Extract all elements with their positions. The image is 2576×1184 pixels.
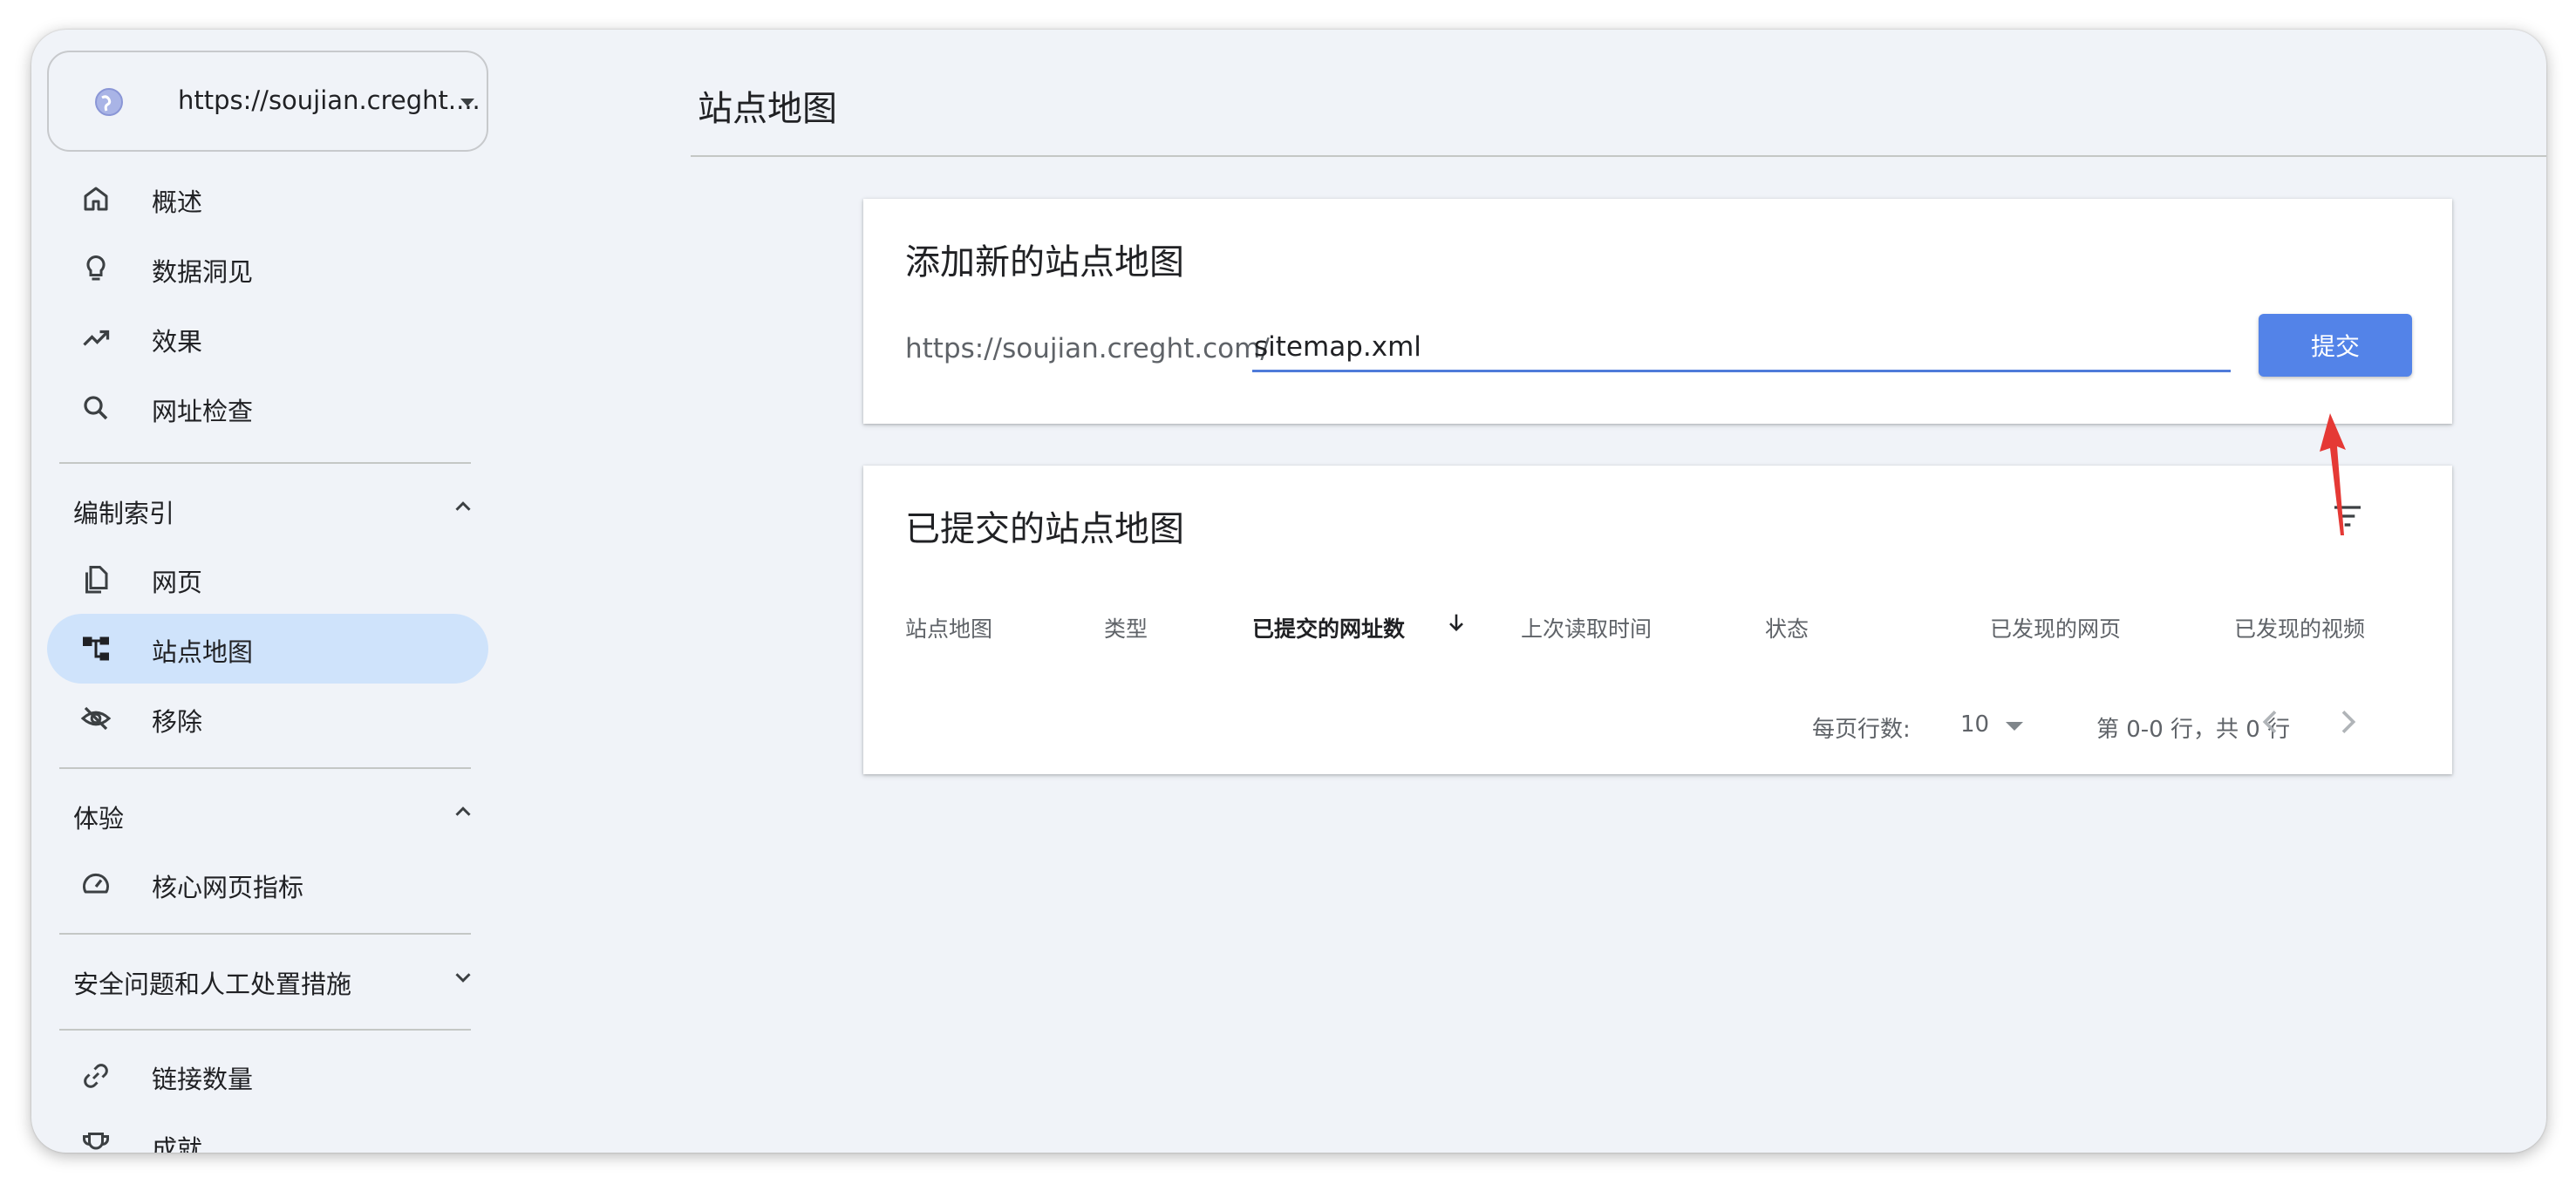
column-header-discovered-pages[interactable]: 已发现的网页 [1990, 612, 2121, 643]
column-header-submitted-urls[interactable]: 已提交的网址数 [1252, 612, 1405, 643]
sidebar-item-achievements[interactable]: 成就 [47, 1111, 488, 1153]
search-icon [84, 396, 108, 420]
divider [59, 933, 471, 935]
sidebar-item-label: 移除 [152, 707, 203, 737]
card-title: 已提交的站点地图 [905, 509, 1184, 549]
divider [59, 1029, 471, 1031]
card-title: 添加新的站点地图 [905, 242, 1184, 282]
sidebar-item-label: 数据洞见 [152, 257, 254, 287]
sidebar-item-pages[interactable]: 网页 [47, 544, 488, 614]
sidebar-item-label: 效果 [152, 327, 203, 357]
section-header-security[interactable]: 安全问题和人工处置措施 [73, 964, 351, 1001]
column-header-type[interactable]: 类型 [1104, 612, 1148, 643]
annotation-arrow-icon [2320, 413, 2346, 535]
chevron-up-icon[interactable] [450, 799, 476, 825]
sidebar-item-label: 站点地图 [152, 637, 254, 667]
trending-up-icon [83, 330, 110, 346]
lightbulb-icon [86, 255, 106, 281]
rows-per-page-label: 每页行数: [1812, 717, 1911, 743]
section-header-indexing[interactable]: 编制索引 [73, 493, 174, 530]
add-sitemap-card: 添加新的站点地图 https://soujian.creght.com/ 提交 [863, 199, 2452, 424]
column-header-sitemap[interactable]: 站点地图 [905, 612, 992, 643]
sidebar: https://soujian.creght.... 概述 数据洞见 效果 网址… [31, 30, 502, 1153]
chevron-down-icon[interactable] [450, 964, 476, 990]
sidebar-item-label: 成就 [152, 1134, 203, 1153]
app-window: https://soujian.creght.... 概述 数据洞见 效果 网址… [31, 30, 2546, 1153]
globe-icon [95, 88, 123, 116]
property-url: https://soujian.creght.... [178, 85, 480, 115]
chevron-right-icon[interactable] [2330, 704, 2365, 739]
divider [691, 155, 2546, 157]
rows-per-page-select[interactable]: 10 [1960, 711, 1989, 738]
column-header-status[interactable]: 状态 [1765, 612, 1809, 643]
trophy-icon [83, 1133, 109, 1150]
chevron-left-icon[interactable] [2253, 704, 2288, 739]
column-header-discovered-videos[interactable]: 已发现的视频 [2234, 612, 2365, 643]
divider [59, 462, 471, 464]
sidebar-item-removals[interactable]: 移除 [47, 684, 488, 753]
divider [59, 767, 471, 769]
sidebar-item-core-web-vitals[interactable]: 核心网页指标 [47, 849, 488, 919]
sidebar-item-url-inspection[interactable]: 网址检查 [47, 373, 488, 443]
column-header-last-read[interactable]: 上次读取时间 [1521, 612, 1652, 643]
pages-icon [85, 566, 108, 594]
speed-gauge-icon [83, 873, 109, 894]
property-selector[interactable]: https://soujian.creght.... [47, 51, 488, 152]
home-icon [84, 187, 108, 211]
sidebar-item-sitemaps[interactable]: 站点地图 [47, 614, 488, 684]
link-icon [84, 1064, 108, 1088]
sidebar-item-insights[interactable]: 数据洞见 [47, 234, 488, 303]
sidebar-item-label: 网址检查 [152, 397, 254, 426]
submitted-sitemaps-card: 已提交的站点地图 站点地图 类型 已提交的网址数 上次读取时间 状态 已发现的网… [863, 466, 2452, 774]
url-prefix: https://soujian.creght.com/ [905, 333, 1270, 364]
sidebar-item-label: 概述 [152, 187, 203, 217]
sidebar-item-performance[interactable]: 效果 [47, 303, 488, 373]
chevron-up-icon[interactable] [450, 493, 476, 520]
caret-down-icon[interactable] [2006, 722, 2023, 731]
sidebar-item-overview[interactable]: 概述 [47, 164, 488, 234]
sidebar-item-label: 网页 [152, 568, 203, 597]
submit-button[interactable]: 提交 [2259, 314, 2412, 377]
sidebar-item-label: 核心网页指标 [152, 873, 304, 902]
sidebar-item-label: 链接数量 [152, 1065, 254, 1094]
arrow-down-icon[interactable] [1444, 610, 1469, 635]
section-header-experience[interactable]: 体验 [73, 799, 124, 835]
sitemap-icon [83, 636, 109, 661]
caret-down-icon [460, 99, 474, 106]
visibility-off-icon [80, 706, 112, 731]
page-title: 站点地图 [698, 89, 837, 129]
sitemap-url-input[interactable] [1252, 324, 2231, 372]
sidebar-item-links[interactable]: 链接数量 [47, 1041, 488, 1111]
